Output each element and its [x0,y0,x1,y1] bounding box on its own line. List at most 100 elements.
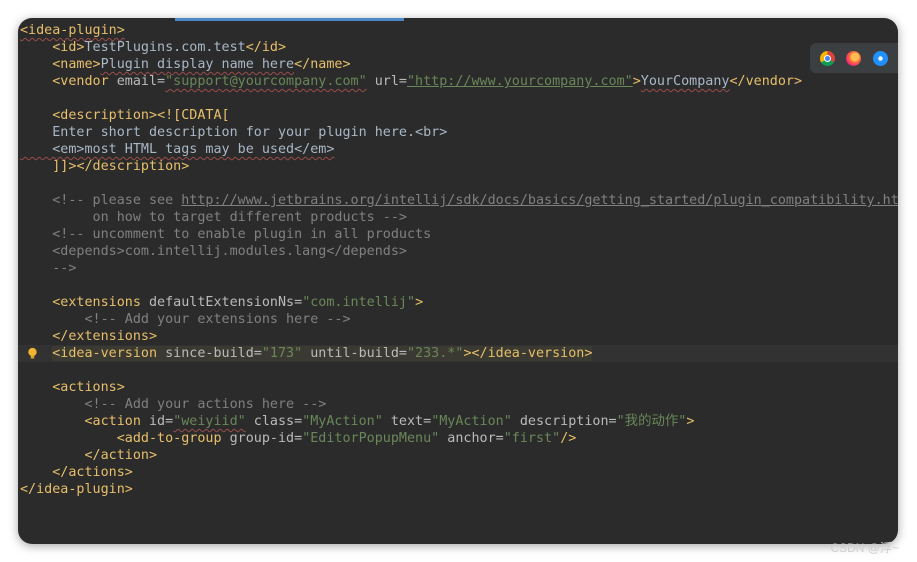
code-token: <actions> [52,380,125,395]
code-line[interactable] [18,90,898,107]
code-token: anchor= [439,431,504,446]
code-token: until-build= [302,346,407,361]
code-token: <idea-version [52,346,166,361]
code-token: <![CDATA[ [157,108,230,123]
code-line[interactable]: <vendor email="support@yourcompany.com" … [18,73,898,90]
code-line[interactable]: <!-- Add your actions here --> [18,396,898,413]
code-token: </id> [245,40,287,55]
code-line[interactable] [18,175,898,192]
code-token: <description> [52,108,158,123]
code-token: since-build= [165,346,262,361]
code-token: "EditorPopupMenu" [302,431,440,446]
code-line[interactable]: ]]></description> [18,158,898,175]
code-token: url= [366,74,407,89]
code-token: <idea-plugin> [20,23,125,38]
code-line[interactable] [18,277,898,294]
code-token: http://www.jetbrains.org/intellij/sdk/do… [181,193,898,208]
code-token: <name> [52,57,101,72]
code-token: <em>most HTML tags may be used</em> [20,142,335,157]
code-line[interactable]: <extensions defaultExtensionNs="com.inte… [18,294,898,311]
code-token: Enter short description for your plugin … [20,125,448,140]
code-token: <action [84,414,149,429]
code-line[interactable]: --> [18,260,898,277]
code-token: <!-- uncomment to enable plugin in all p… [20,227,432,242]
code-line[interactable]: </action> [18,447,898,464]
code-line[interactable]: </extensions> [18,328,898,345]
code-token: </vendor> [729,74,803,89]
code-token: > [415,295,424,310]
code-token: "MyAction" [431,414,512,429]
code-line[interactable]: <!-- Add your extensions here --> [18,311,898,328]
code-token: TestPlugins.com.test [84,40,246,55]
code-token: </description> [76,159,190,174]
code-token: class= [245,414,303,429]
safari-icon[interactable] [873,50,889,66]
code-line[interactable]: </idea-plugin> [18,481,898,498]
code-line[interactable]: <idea-plugin> [18,22,898,39]
code-token: "weiyiid" [173,414,246,429]
code-token: --> [20,261,77,276]
code-token: "我的动作" [616,414,687,429]
tab-scroll-indicator [175,18,404,21]
code-line[interactable] [18,362,898,379]
code-token: "MyAction" [302,414,383,429]
code-token: > [463,346,472,361]
code-token: </actions> [52,465,133,480]
code-token: "http://www.yourcompany.com" [406,74,633,89]
code-token: group-id= [229,431,303,446]
lightbulb-icon[interactable] [26,347,39,360]
code-token: id= [149,414,174,429]
code-token: ]]> [52,159,77,174]
code-token: <vendor [52,74,117,89]
code-area[interactable]: <idea-plugin> <id>TestPlugins.com.test</… [18,22,898,498]
browser-preview-icons [810,43,898,73]
code-line[interactable]: <em>most HTML tags may be used</em> [18,141,898,158]
code-line[interactable]: <name>Plugin display name here</name> [18,56,898,73]
code-line[interactable]: <!-- please see http://www.jetbrains.org… [18,192,898,209]
code-token: <!-- please see [20,193,182,208]
code-line[interactable]: <idea-version since-build="173" until-bu… [18,345,898,362]
code-token: <extensions [52,295,149,310]
firefox-icon[interactable] [846,50,862,66]
code-line[interactable]: Enter short description for your plugin … [18,124,898,141]
watermark: CSDN @浮~ [830,541,899,555]
code-token: </idea-plugin> [20,482,133,497]
code-line[interactable]: <action id="weiyiid" class="MyAction" te… [18,413,898,430]
code-token: > [632,74,641,89]
code-line[interactable]: <depends>com.intellij.modules.lang</depe… [18,243,898,260]
code-line[interactable]: <id>TestPlugins.com.test</id> [18,39,898,56]
code-token: </name> [294,57,351,72]
code-line[interactable]: <add-to-group group-id="EditorPopupMenu"… [18,430,898,447]
code-line[interactable]: <!-- uncomment to enable plugin in all p… [18,226,898,243]
code-line[interactable]: on how to target different products --> [18,209,898,226]
chrome-icon[interactable] [819,50,835,66]
code-token: Plugin display name here [100,57,295,72]
code-token: "com.intellij" [302,295,416,310]
code-token: defaultExtensionNs= [149,295,303,310]
code-token: </action> [84,448,158,463]
code-line[interactable]: </actions> [18,464,898,481]
code-token: <depends>com.intellij.modules.lang</depe… [20,244,407,259]
code-token: description= [511,414,617,429]
code-token: <!-- Add your extensions here --> [20,312,351,327]
code-editor[interactable]: <idea-plugin> <id>TestPlugins.com.test</… [18,18,898,544]
code-token: <id> [52,40,85,55]
code-token: </extensions> [52,329,158,344]
code-line[interactable]: <description><![CDATA[ [18,107,898,124]
code-token: </idea-version> [471,346,593,361]
code-token: "233.*" [407,346,464,361]
code-token: > [686,414,695,429]
code-line[interactable]: <actions> [18,379,898,396]
code-token: <!-- Add your actions here --> [20,397,327,412]
